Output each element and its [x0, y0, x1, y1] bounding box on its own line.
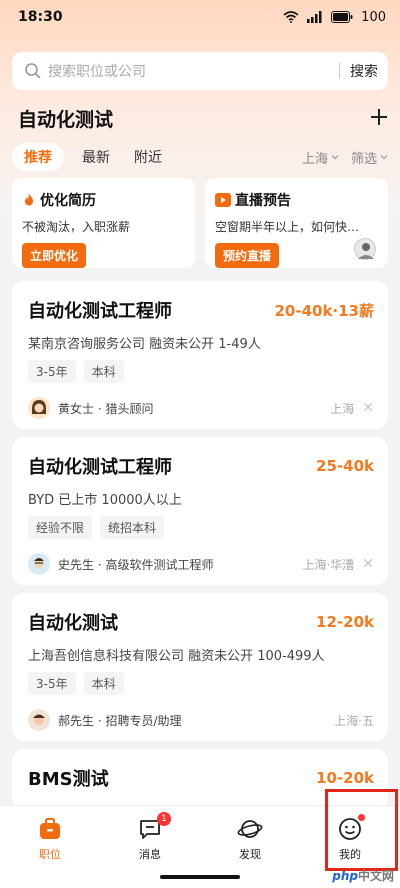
- briefcase-icon: [37, 816, 63, 842]
- tab-latest[interactable]: 最新: [82, 147, 110, 167]
- tab-nearby[interactable]: 附近: [134, 147, 162, 167]
- nav-label: 我的: [339, 848, 361, 861]
- nav-label: 发现: [239, 848, 261, 861]
- page-title[interactable]: 自动化测试: [18, 105, 113, 132]
- job-title: 自动化测试工程师: [28, 301, 172, 322]
- wifi-icon: [283, 11, 299, 23]
- tag-row: 3-5年 本科: [28, 672, 374, 695]
- search-input[interactable]: 搜索职位或公司: [48, 61, 329, 81]
- company-info: 上海吾创信息科技有限公司 融资未公开 100-499人: [28, 649, 325, 664]
- search-bar[interactable]: 搜索职位或公司 搜索: [12, 52, 388, 90]
- tabs-row: 推荐 最新 附近 上海 筛选: [12, 143, 388, 171]
- planet-icon: [237, 816, 263, 842]
- notification-dot: [358, 814, 365, 821]
- tag: 3-5年: [28, 672, 76, 695]
- status-icons: 100: [283, 10, 386, 25]
- tag-row: 经验不限 统招本科: [28, 516, 374, 539]
- job-salary: 25-40k: [316, 457, 374, 475]
- job-list: 自动化测试工程师 20-40k·13薪 某南京咨询服务公司 融资未公开 1-49…: [12, 281, 388, 817]
- promo-card-live[interactable]: 直播预告 空窗期半年以上，如何快… 预约直播: [205, 178, 388, 268]
- promo-desc: 不被淘汰，入职涨薪: [22, 220, 131, 234]
- status-time: 18:30: [18, 9, 63, 25]
- tag: 经验不限: [28, 516, 93, 539]
- plus-icon[interactable]: [370, 105, 388, 131]
- recruiter-row: 黄女士 · 猎头顾问 上海 ✕: [28, 397, 374, 419]
- chevron-down-icon: [380, 155, 388, 160]
- job-location: 上海 ✕: [330, 400, 374, 417]
- recruiter-name: 史先生 · 高级软件测试工程师: [58, 557, 214, 572]
- job-title: BMS测试: [28, 769, 109, 790]
- job-location: 上海·五: [334, 712, 374, 729]
- promo-desc: 空窗期半年以上，如何快…: [215, 220, 360, 234]
- nav-jobs[interactable]: 职位: [0, 806, 100, 888]
- job-card[interactable]: 自动化测试工程师 20-40k·13薪 某南京咨询服务公司 融资未公开 1-49…: [12, 281, 388, 429]
- flame-icon: [25, 194, 33, 206]
- recruiter-row: 郝先生 · 招聘专员/助理 上海·五: [28, 709, 374, 731]
- chat-icon: 1: [137, 812, 171, 842]
- location-text: 上海·华漕: [302, 557, 355, 572]
- search-icon: [24, 62, 42, 80]
- search-button[interactable]: 搜索: [350, 61, 378, 81]
- unread-badge: 1: [157, 812, 171, 826]
- filter-button[interactable]: 筛选: [351, 148, 388, 167]
- job-title: 自动化测试: [28, 613, 118, 634]
- watermark-brand: php: [332, 869, 358, 883]
- tag: 3-5年: [28, 360, 76, 383]
- optimize-button[interactable]: 立即优化: [22, 243, 87, 268]
- chevron-down-icon: [331, 155, 339, 160]
- avatar: [354, 238, 376, 260]
- tag-row: 3-5年 本科: [28, 360, 374, 383]
- signal-icon: [307, 11, 323, 23]
- promo-title-text: 优化简历: [40, 193, 96, 209]
- job-location: 上海·华漕 ✕: [302, 556, 374, 573]
- promo-title: 优化简历: [22, 190, 185, 210]
- recruiter-row: 史先生 · 高级软件测试工程师 上海·华漕 ✕: [28, 553, 374, 575]
- job-card[interactable]: 自动化测试 12-20k 上海吾创信息科技有限公司 融资未公开 100-499人…: [12, 593, 388, 741]
- company-info: 某南京咨询服务公司 融资未公开 1-49人: [28, 337, 261, 352]
- tag: 本科: [83, 672, 124, 695]
- watermark: php中文网: [332, 867, 394, 884]
- close-icon[interactable]: ✕: [362, 556, 374, 572]
- job-title: 自动化测试工程师: [28, 457, 172, 478]
- city-filter-label: 上海: [301, 151, 328, 167]
- battery-icon: [331, 11, 353, 23]
- job-salary: 20-40k·13薪: [274, 301, 374, 320]
- tag: 统招本科: [100, 516, 165, 539]
- promo-card-resume[interactable]: 优化简历 不被淘汰，入职涨薪 立即优化: [12, 178, 195, 268]
- play-icon: [215, 193, 231, 207]
- job-card[interactable]: 自动化测试工程师 25-40k BYD 已上市 10000人以上 经验不限 统招…: [12, 437, 388, 585]
- location-text: 上海·五: [334, 713, 374, 728]
- title-row: 自动化测试: [18, 104, 388, 132]
- avatar: [28, 397, 50, 419]
- status-bar: 18:30 100: [0, 0, 400, 34]
- recruiter-name: 黄女士 · 猎头顾问: [58, 401, 154, 416]
- tab-recommend[interactable]: 推荐: [12, 143, 64, 171]
- recruiter-name: 郝先生 · 招聘专员/助理: [58, 713, 182, 728]
- reserve-button[interactable]: 预约直播: [215, 243, 280, 268]
- city-filter[interactable]: 上海: [302, 148, 339, 167]
- location-text: 上海: [330, 401, 355, 416]
- close-icon[interactable]: ✕: [362, 400, 374, 416]
- filter-label: 筛选: [350, 151, 377, 167]
- promo-title: 直播预告: [215, 190, 378, 210]
- nav-label: 职位: [39, 848, 61, 861]
- battery-level: 100: [361, 9, 386, 25]
- job-card[interactable]: BMS测试 10-20k: [12, 749, 388, 809]
- tag: 本科: [83, 360, 124, 383]
- home-indicator: [160, 875, 240, 879]
- avatar: [28, 553, 50, 575]
- smiley-icon: [337, 814, 365, 842]
- watermark-text: 中文网: [357, 869, 394, 883]
- job-salary: 12-20k: [316, 613, 374, 631]
- search-divider: [339, 63, 340, 79]
- nav-label: 消息: [139, 848, 161, 861]
- job-salary: 10-20k: [316, 769, 374, 787]
- avatar: [28, 709, 50, 731]
- promo-title-text: 直播预告: [235, 193, 291, 209]
- promo-row: 优化简历 不被淘汰，入职涨薪 立即优化 直播预告 空窗期半年以上，如何快… 预约…: [12, 178, 388, 268]
- filters: 上海 筛选: [302, 148, 388, 167]
- company-info: BYD 已上市 10000人以上: [28, 493, 182, 508]
